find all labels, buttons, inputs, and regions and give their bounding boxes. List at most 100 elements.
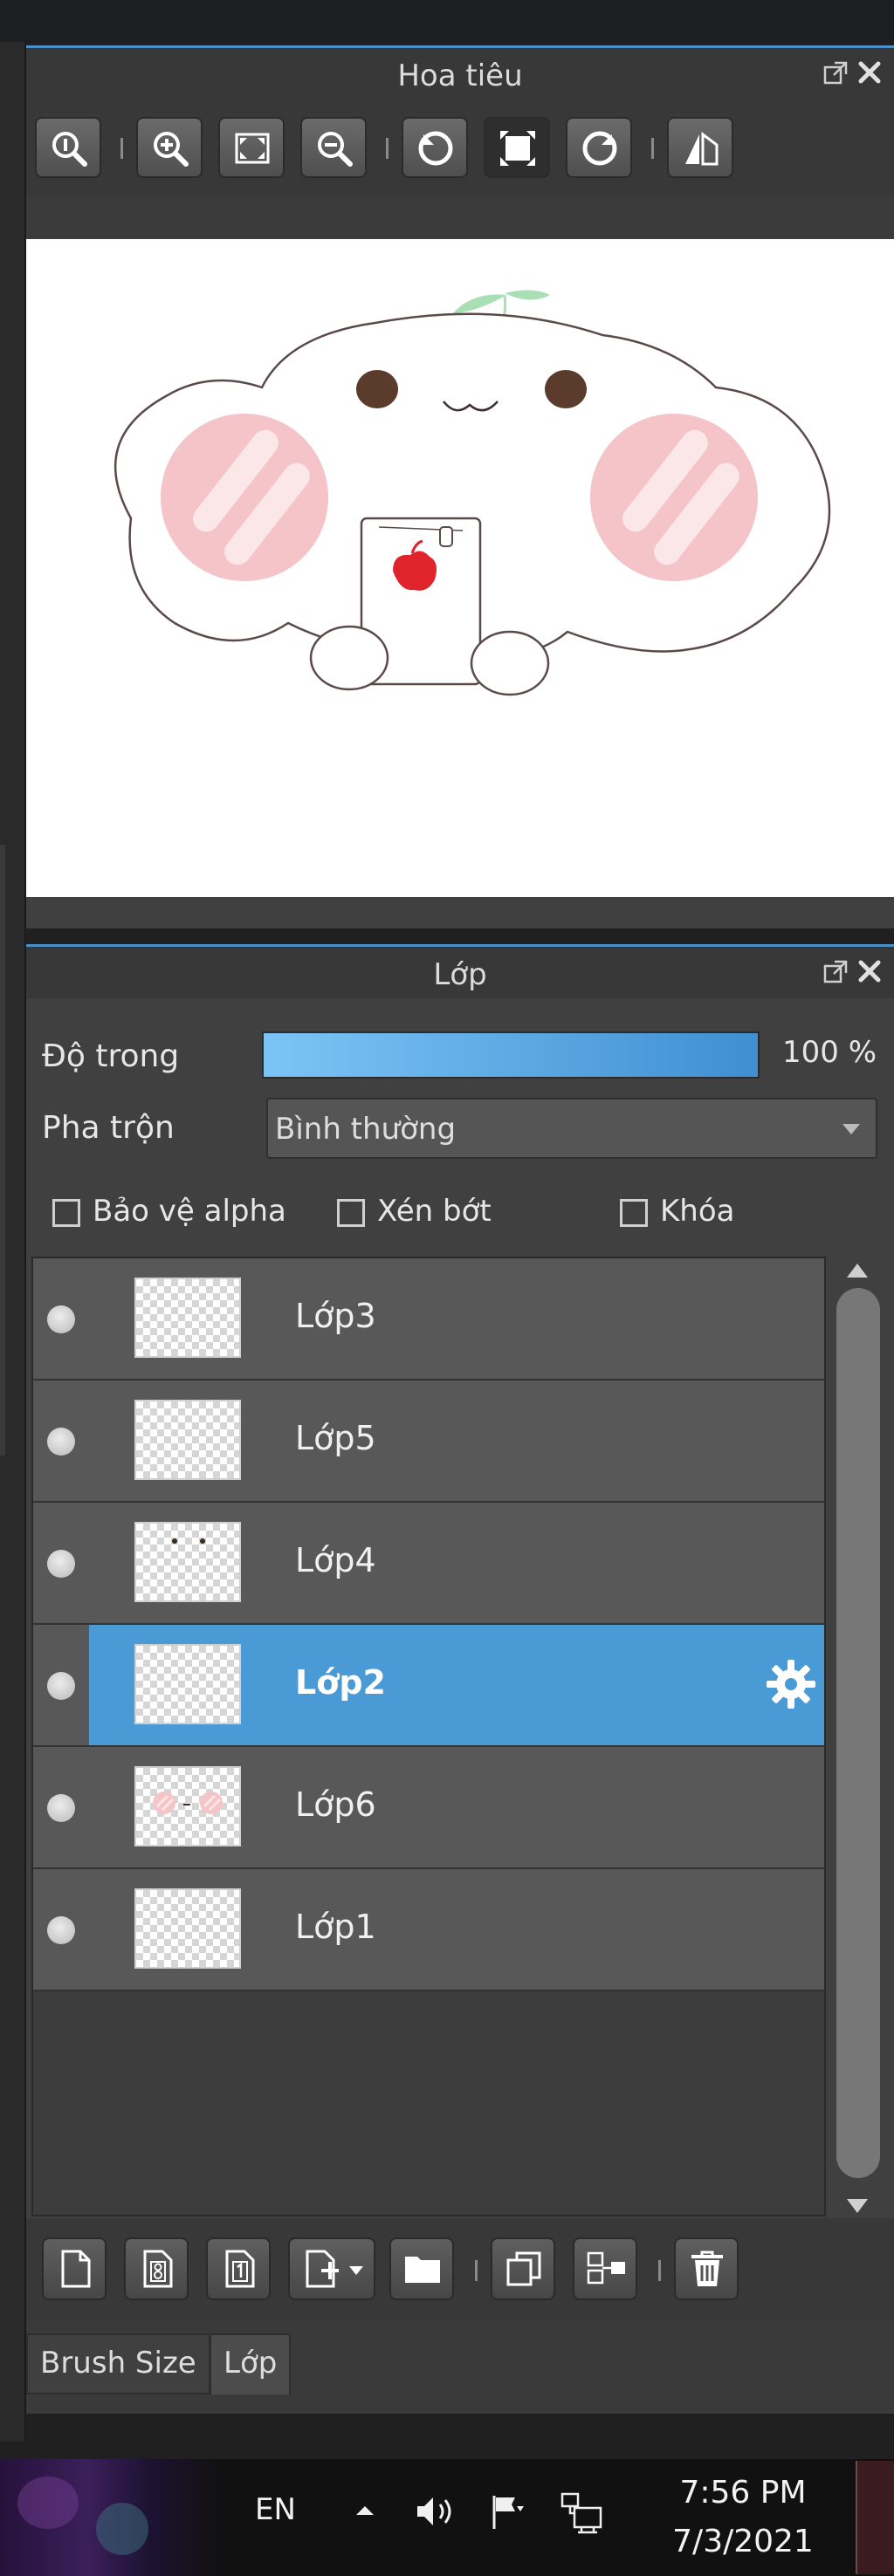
- taskbar-wallpaper: [0, 2459, 218, 2576]
- new-layer-button[interactable]: [42, 2237, 107, 2300]
- layer-row[interactable]: Lớp1: [33, 1869, 824, 1991]
- show-desktop-button[interactable]: [856, 2461, 894, 2574]
- add-layer-icon: [306, 2250, 339, 2288]
- clipping-label: Xén bớt: [377, 1194, 492, 1229]
- rotate-right-button[interactable]: [566, 117, 632, 178]
- new-1bit-layer-button[interactable]: [206, 2237, 271, 2300]
- rotate-left-button[interactable]: [402, 117, 468, 178]
- clock-time[interactable]: 7:56 PM: [669, 2475, 817, 2511]
- opacity-slider[interactable]: [262, 1031, 760, 1079]
- app-window: Hoa tiêu Lớp Độ trong 100 % Pha trộn Bìn…: [0, 0, 894, 2576]
- visibility-toggle[interactable]: [47, 1794, 75, 1822]
- left-panel-edge: [0, 42, 26, 2442]
- layer-name: Lớp4: [295, 1541, 376, 1579]
- tab-brush-size[interactable]: Brush Size: [26, 2333, 210, 2394]
- canvas-artwork: [113, 290, 831, 696]
- visibility-toggle[interactable]: [47, 1550, 75, 1578]
- layer-row-active[interactable]: Lớp2: [33, 1625, 824, 1747]
- flag-icon[interactable]: [489, 2492, 527, 2531]
- popout-icon[interactable]: [822, 60, 849, 86]
- layers-title: Lớp: [433, 957, 487, 992]
- protect-alpha-label: Bảo vệ alpha: [93, 1194, 286, 1229]
- chevron-up-icon[interactable]: [353, 2497, 377, 2522]
- reset-view-button[interactable]: [484, 117, 550, 178]
- duplicate-layer-button[interactable]: [491, 2237, 555, 2300]
- navigator-gap: [26, 195, 894, 239]
- close-icon[interactable]: [854, 956, 885, 987]
- fit-window-button[interactable]: [218, 117, 285, 178]
- folder-icon: [405, 2257, 440, 2283]
- visibility-toggle[interactable]: [47, 1916, 75, 1944]
- gear-icon[interactable]: [763, 1656, 819, 1712]
- close-icon[interactable]: [854, 57, 885, 88]
- layer-scrollbar[interactable]: [835, 1257, 882, 2216]
- layer-row[interactable]: Lớp4: [33, 1503, 824, 1625]
- wallpaper-blob: [96, 2503, 148, 2555]
- rotate-left-icon: [418, 131, 453, 166]
- fit-window-icon: [235, 133, 270, 164]
- flip-horizontal-icon: [685, 132, 719, 166]
- checkbox-box[interactable]: [52, 1199, 80, 1227]
- layers-panel: Lớp Độ trong 100 % Pha trộn Bình thường …: [26, 944, 894, 2414]
- add-layer-dropdown-button[interactable]: [288, 2237, 375, 2300]
- blend-mode-select[interactable]: Bình thường: [266, 1098, 877, 1159]
- thumbnail-art: [172, 1538, 205, 1544]
- zoom-in-icon: [154, 132, 189, 167]
- volume-icon[interactable]: [414, 2492, 459, 2531]
- layer-row[interactable]: Lớp3: [33, 1258, 824, 1380]
- zoom-actual-icon: [52, 132, 87, 167]
- layer-row[interactable]: Lớp5: [33, 1380, 824, 1503]
- zoom-in-button[interactable]: [136, 117, 203, 178]
- canvas-preview[interactable]: [26, 239, 894, 897]
- layer-thumbnail: [134, 1400, 241, 1480]
- top-strip: [0, 0, 894, 42]
- scroll-down-icon[interactable]: [847, 2199, 868, 2213]
- scroll-thumb[interactable]: [836, 1288, 880, 2178]
- tab-layers[interactable]: Lớp: [210, 2333, 292, 2394]
- scroll-up-icon[interactable]: [847, 1264, 868, 1278]
- layer-thumbnail: [134, 1278, 241, 1358]
- toolbar-separator: [658, 2260, 661, 2281]
- layer-name: Lớp6: [295, 1785, 376, 1824]
- 1bit-layer-icon: [225, 2250, 255, 2288]
- popout-icon[interactable]: [822, 959, 849, 985]
- layer-row[interactable]: Lớp6: [33, 1747, 824, 1869]
- layer-thumbnail: [134, 1522, 241, 1602]
- network-icon[interactable]: [559, 2490, 608, 2534]
- checkbox-box[interactable]: [620, 1199, 648, 1227]
- visibility-toggle[interactable]: [47, 1305, 75, 1333]
- layers-title-bar: Lớp: [26, 944, 894, 998]
- flip-horizontal-button[interactable]: [667, 117, 733, 178]
- reset-view-icon: [500, 131, 535, 166]
- wallpaper-blob: [17, 2477, 79, 2529]
- toolbar-separator: [475, 2260, 478, 2281]
- blend-mode-value: Bình thường: [275, 1112, 457, 1147]
- delete-layer-button[interactable]: [674, 2237, 739, 2300]
- duplicate-icon: [506, 2251, 541, 2286]
- merge-layer-button[interactable]: [573, 2237, 637, 2300]
- zoom-actual-button[interactable]: [35, 117, 101, 178]
- checkbox-box[interactable]: [337, 1199, 365, 1227]
- zoom-out-icon: [318, 132, 353, 167]
- 8bit-layer-icon: [143, 2250, 173, 2288]
- navigator-panel: Hoa tiêu: [26, 45, 894, 928]
- taskbar: EN 7:56 PM 7/3/2021: [0, 2459, 894, 2576]
- visibility-toggle[interactable]: [47, 1428, 75, 1456]
- layer-name: Lớp3: [295, 1297, 376, 1335]
- layer-name: Lớp5: [295, 1419, 376, 1457]
- clock-date[interactable]: 7/3/2021: [669, 2524, 817, 2559]
- language-indicator[interactable]: EN: [255, 2492, 296, 2527]
- visibility-toggle[interactable]: [47, 1672, 75, 1700]
- new-folder-button[interactable]: [389, 2237, 454, 2300]
- navigator-title: Hoa tiêu: [397, 58, 523, 93]
- navigator-toolbar: [26, 99, 894, 195]
- toolbar-separator: [651, 138, 654, 159]
- lock-label: Khóa: [660, 1194, 735, 1229]
- scroll-edge: [0, 845, 5, 1456]
- new-8bit-layer-button[interactable]: [124, 2237, 189, 2300]
- layer-list: Lớp3 Lớp5 Lớp4 Lớp2 Lớp6 Lớp1: [31, 1257, 826, 2216]
- thumbnail-art: [153, 1792, 223, 1814]
- zoom-out-button[interactable]: [300, 117, 367, 178]
- layer-toolbar: [26, 2218, 894, 2321]
- layer-thumbnail: [134, 1766, 241, 1846]
